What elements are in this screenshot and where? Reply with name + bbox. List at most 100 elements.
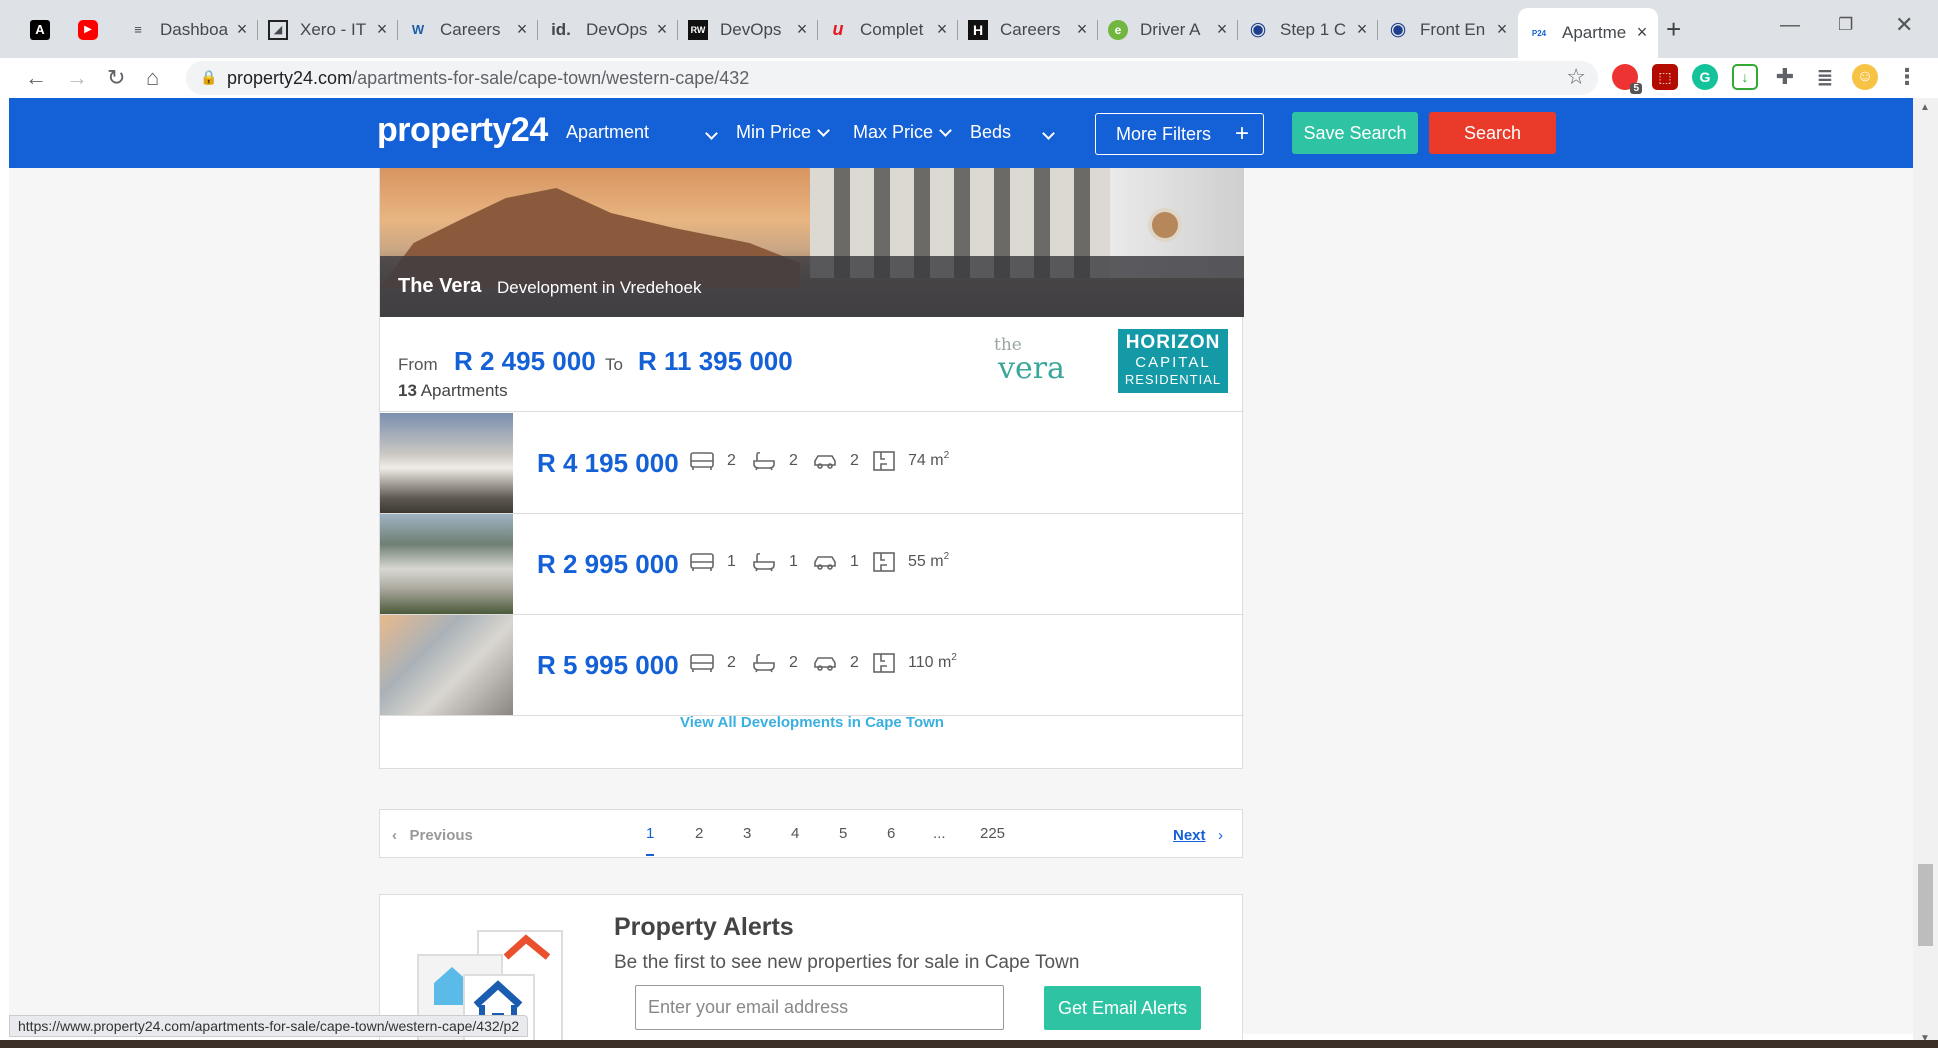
alerts-title: Property Alerts	[614, 913, 794, 941]
media-icon[interactable]: ≣	[1812, 64, 1838, 90]
next-link[interactable]: Next	[1173, 827, 1206, 844]
the-vera-logo: the vera	[994, 337, 1065, 384]
tab-apartments-active[interactable]: P24 Apartme ×	[1518, 8, 1658, 58]
download-extension-icon[interactable]: ↓	[1732, 64, 1758, 90]
globe-icon: ◉	[1389, 19, 1407, 40]
new-tab-icon[interactable]: +	[1666, 14, 1681, 44]
close-icon[interactable]: ×	[512, 19, 532, 39]
previous-link[interactable]: ‹ Previous	[392, 827, 473, 844]
back-icon[interactable]: ←	[25, 63, 47, 93]
page-link[interactable]: 6	[887, 825, 895, 842]
tab-step1[interactable]: ◉ Step 1 C ×	[1238, 12, 1378, 47]
property-type-label: Apartment	[566, 122, 650, 142]
chevron-right-icon[interactable]: ›	[1218, 827, 1223, 844]
chevron-down-icon[interactable]	[705, 127, 718, 140]
close-icon[interactable]: ×	[1632, 22, 1652, 42]
page-link[interactable]: 225	[980, 825, 1005, 842]
property24-logo[interactable]: property24	[377, 111, 548, 150]
development-card[interactable]: The Vera Development in Vredehoek From R…	[379, 168, 1244, 769]
restore-icon[interactable]: ❐	[1838, 12, 1853, 38]
from-label: From	[398, 355, 438, 374]
alerts-location-link[interactable]: Cape Town	[985, 952, 1080, 973]
get-email-alerts-button[interactable]: Get Email Alerts	[1044, 986, 1201, 1030]
tab-dashboard[interactable]: ≡ Dashboa ×	[118, 12, 258, 47]
close-icon[interactable]: ×	[1352, 19, 1372, 39]
avatar[interactable]: ☺	[1852, 64, 1878, 90]
scroll-up-arrow-icon[interactable]: ▲	[1920, 102, 1930, 113]
xero-icon: ◢	[268, 19, 288, 40]
unit-photo[interactable]	[380, 615, 513, 715]
tab-front-end[interactable]: ◉ Front En ×	[1378, 12, 1518, 47]
round-window	[1148, 208, 1182, 242]
menu-dots-icon[interactable]: ⋮	[1894, 64, 1920, 90]
unit-row[interactable]: R 2 995 000 1 1 1 55 m2	[380, 514, 1244, 615]
close-icon[interactable]: ×	[372, 19, 392, 39]
partner-line-2: CAPITAL	[1135, 354, 1211, 371]
view-all-developments-link[interactable]: View All Developments in Cape Town	[380, 714, 1244, 731]
more-filters-button[interactable]: More Filters +	[1095, 113, 1264, 155]
grammarly-icon[interactable]: G	[1692, 64, 1718, 90]
page-link[interactable]: 2	[695, 825, 703, 842]
page-content: The Vera Development in Vredehoek From R…	[9, 168, 1913, 1044]
reload-icon[interactable]: ↻	[107, 63, 125, 93]
close-icon[interactable]: ×	[652, 19, 672, 39]
beds-dropdown[interactable]: Beds	[970, 122, 1011, 143]
window-close-icon[interactable]: ✕	[1895, 12, 1913, 38]
min-price-label: Min Price	[736, 122, 812, 142]
h-icon: H	[968, 19, 988, 40]
floor-plan-icon	[873, 653, 895, 673]
development-name[interactable]: The Vera	[398, 275, 481, 298]
max-price-dropdown[interactable]: Max Price	[853, 122, 952, 143]
close-icon[interactable]: ×	[1492, 19, 1512, 39]
apartment-count-number: 13	[398, 381, 417, 400]
home-icon[interactable]: ⌂	[146, 63, 159, 93]
tab-pinned-1[interactable]: A	[20, 12, 68, 47]
bookmark-star-icon[interactable]: ☆	[1566, 64, 1586, 90]
bedroom-count: 2	[727, 452, 736, 469]
tab-careers-h[interactable]: H Careers ×	[958, 12, 1098, 47]
close-icon[interactable]: ×	[232, 19, 252, 39]
close-icon[interactable]: ×	[1072, 19, 1092, 39]
car-icon	[814, 657, 836, 671]
unit-photo[interactable]	[380, 514, 513, 614]
unit-photo[interactable]	[380, 413, 513, 513]
scrollbar-thumb[interactable]	[1918, 864, 1933, 946]
development-hero-image[interactable]: The Vera Development in Vredehoek	[380, 168, 1244, 317]
tab-complete[interactable]: u Complet ×	[818, 12, 958, 47]
property24-icon: P24	[1531, 28, 1547, 38]
pdf-extension-icon[interactable]: ⬚	[1652, 64, 1678, 90]
tab-devops-rw[interactable]: RW DevOps ×	[678, 12, 818, 47]
min-price-dropdown[interactable]: Min Price	[736, 122, 830, 143]
chevron-down-icon[interactable]	[1042, 127, 1055, 140]
puzzle-icon[interactable]: ✚	[1772, 64, 1798, 90]
apartment-count: 13 Apartments	[398, 381, 508, 401]
tab-devops-id[interactable]: id. DevOps ×	[538, 12, 678, 47]
extension-icon[interactable]: 5	[1612, 64, 1642, 94]
page-link[interactable]: 3	[743, 825, 751, 842]
unit-row[interactable]: R 4 195 000 2 2 2 74 m2	[380, 413, 1244, 514]
car-icon	[814, 556, 836, 570]
email-field[interactable]	[635, 985, 1004, 1030]
bathrooms: 1	[752, 552, 798, 572]
tab-driver[interactable]: e Driver A ×	[1098, 12, 1238, 47]
close-icon[interactable]: ×	[932, 19, 952, 39]
save-search-button[interactable]: Save Search	[1292, 112, 1418, 154]
address-bar[interactable]: 🔒 property24.com/apartments-for-sale/cap…	[186, 61, 1598, 95]
previous-label: Previous	[409, 827, 473, 844]
tab-careers-w[interactable]: W Careers ×	[398, 12, 538, 47]
forward-icon[interactable]: →	[66, 63, 88, 93]
unit-row[interactable]: R 5 995 000 2 2 2 110 m2	[380, 615, 1244, 716]
property-type-dropdown[interactable]: Apartment	[566, 122, 649, 143]
car-icon	[814, 455, 836, 469]
close-icon[interactable]: ×	[1212, 19, 1232, 39]
search-button[interactable]: Search	[1429, 112, 1556, 154]
page-link[interactable]: 4	[791, 825, 799, 842]
close-icon[interactable]: ×	[792, 19, 812, 39]
tab-pinned-youtube[interactable]: ▶	[68, 12, 116, 47]
minimize-icon[interactable]: —	[1780, 12, 1800, 38]
url-text: property24.com/apartments-for-sale/cape-…	[227, 68, 749, 89]
page-link[interactable]: 5	[839, 825, 847, 842]
page-scrollbar[interactable]: ▲ ▼	[1913, 98, 1938, 1048]
page-link-current[interactable]: 1	[646, 825, 655, 856]
tab-xero[interactable]: ◢ Xero - IT ×	[258, 12, 398, 47]
